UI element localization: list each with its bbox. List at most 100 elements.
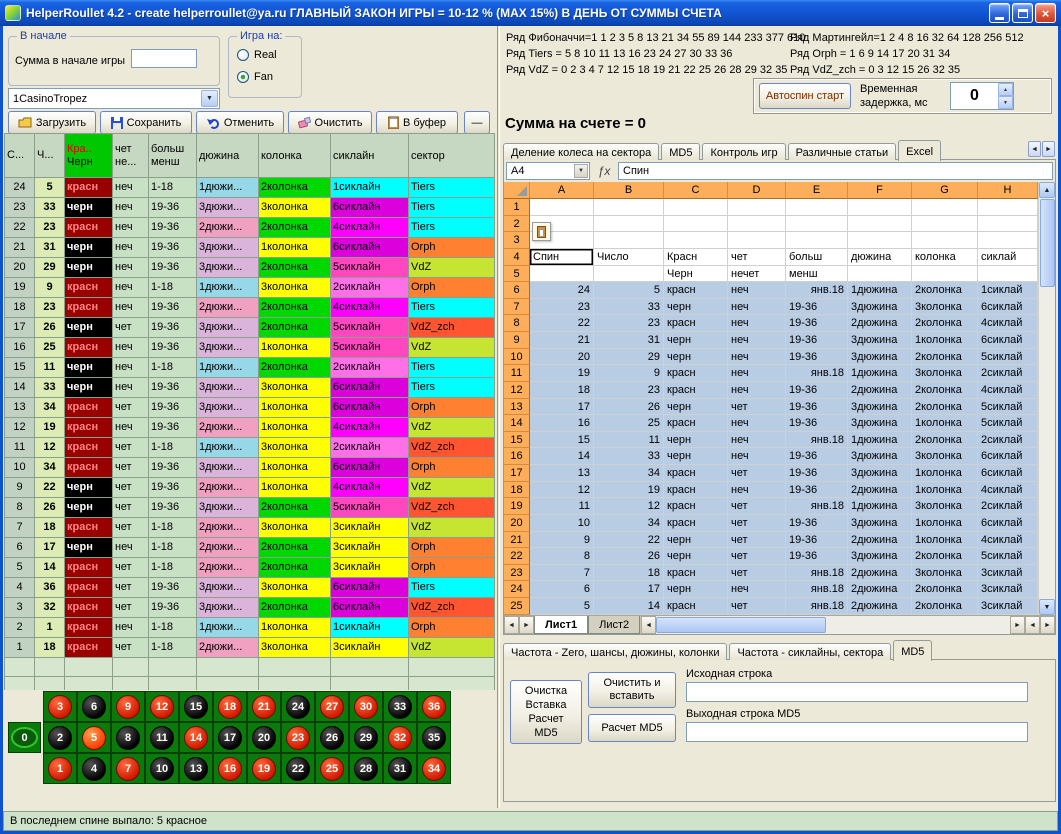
cell-B12[interactable]: 23 <box>594 382 664 399</box>
board-cell-23[interactable]: 23 <box>281 722 315 753</box>
cell-E23[interactable]: янв.18 <box>786 565 848 582</box>
cell-C16[interactable]: черн <box>664 448 728 465</box>
board-cell-32[interactable]: 32 <box>383 722 417 753</box>
excel-row-7[interactable]: 7 <box>504 299 530 316</box>
excel-vertical-scrollbar[interactable]: ▲ ▼ <box>1038 182 1055 615</box>
cell-G9[interactable]: 1колонка <box>912 332 978 349</box>
cell-G19[interactable]: 3колонка <box>912 498 978 515</box>
cell-G18[interactable]: 1колонка <box>912 482 978 499</box>
combo-dropdown-icon[interactable]: ▼ <box>201 90 218 107</box>
cell-A18[interactable]: 12 <box>530 482 594 499</box>
excel-col-E[interactable]: E <box>786 182 848 199</box>
cell-F16[interactable]: 3дюжина <box>848 448 912 465</box>
cell-F6[interactable]: 1дюжина <box>848 282 912 299</box>
cell-A4[interactable]: Спин <box>530 249 594 266</box>
excel-row-13[interactable]: 13 <box>504 399 530 416</box>
cell-E2[interactable] <box>786 216 848 233</box>
cell-B22[interactable]: 26 <box>594 548 664 565</box>
cell-G5[interactable] <box>912 266 978 283</box>
cell-B7[interactable]: 33 <box>594 299 664 316</box>
cell-C18[interactable]: красн <box>664 482 728 499</box>
cell-F15[interactable]: 1дюжина <box>848 432 912 449</box>
cell-G10[interactable]: 2колонка <box>912 349 978 366</box>
excel-row-2[interactable]: 2 <box>504 216 530 233</box>
cell-F3[interactable] <box>848 232 912 249</box>
board-cell-6[interactable]: 6 <box>77 691 111 722</box>
cell-E16[interactable]: 19-36 <box>786 448 848 465</box>
excel-row-1[interactable]: 1 <box>504 199 530 216</box>
cell-D11[interactable]: неч <box>728 365 786 382</box>
board-cell-26[interactable]: 26 <box>315 722 349 753</box>
hscroll-left-icon[interactable]: ◄ <box>641 616 656 634</box>
board-cell-28[interactable]: 28 <box>349 753 383 784</box>
excel-col-H[interactable]: H <box>978 182 1038 199</box>
board-cell-14[interactable]: 14 <box>179 722 213 753</box>
cell-A21[interactable]: 9 <box>530 532 594 549</box>
cell-A14[interactable]: 16 <box>530 415 594 432</box>
cell-G22[interactable]: 2колонка <box>912 548 978 565</box>
hscroll-right-icon[interactable]: ► <box>1010 616 1025 634</box>
close-button[interactable]: × <box>1035 3 1056 23</box>
excel-col-D[interactable]: D <box>728 182 786 199</box>
excel-select-all-corner[interactable] <box>504 182 530 199</box>
excel-row-20[interactable]: 20 <box>504 515 530 532</box>
cell-F7[interactable]: 3дюжина <box>848 299 912 316</box>
cell-A17[interactable]: 13 <box>530 465 594 482</box>
cell-H10[interactable]: 5сиклай <box>978 349 1038 366</box>
excel-row-21[interactable]: 21 <box>504 532 530 549</box>
board-cell-2[interactable]: 2 <box>43 722 77 753</box>
cell-D22[interactable]: чет <box>728 548 786 565</box>
cell-D2[interactable] <box>728 216 786 233</box>
board-cell-3[interactable]: 3 <box>43 691 77 722</box>
excel-row-5[interactable]: 5 <box>504 266 530 283</box>
cell-C25[interactable]: красн <box>664 598 728 615</box>
cell-F19[interactable]: 1дюжина <box>848 498 912 515</box>
excel-col-B[interactable]: B <box>594 182 664 199</box>
cell-E18[interactable]: 19-36 <box>786 482 848 499</box>
cell-D3[interactable] <box>728 232 786 249</box>
sheet-nav-left-icon[interactable]: ◄ <box>504 616 519 634</box>
cell-H24[interactable]: 3сиклай <box>978 581 1038 598</box>
cell-H4[interactable]: сиклай <box>978 249 1038 266</box>
maximize-button[interactable] <box>1012 3 1033 23</box>
cell-H8[interactable]: 4сиклай <box>978 315 1038 332</box>
cell-D4[interactable]: чет <box>728 249 786 266</box>
cell-G14[interactable]: 1колонка <box>912 415 978 432</box>
cell-H3[interactable] <box>978 232 1038 249</box>
cell-F25[interactable]: 2дюжина <box>848 598 912 615</box>
excel-col-F[interactable]: F <box>848 182 912 199</box>
board-cell-36[interactable]: 36 <box>417 691 451 722</box>
cell-D20[interactable]: чет <box>728 515 786 532</box>
cell-A5[interactable] <box>530 266 594 283</box>
clear-button[interactable]: Очистить <box>288 111 372 134</box>
cell-A9[interactable]: 21 <box>530 332 594 349</box>
cell-E15[interactable]: янв.18 <box>786 432 848 449</box>
cell-B19[interactable]: 12 <box>594 498 664 515</box>
cell-B25[interactable]: 14 <box>594 598 664 615</box>
md5-paste-button[interactable]: Очистить и вставить <box>588 672 676 708</box>
cell-D19[interactable]: чет <box>728 498 786 515</box>
cell-E6[interactable]: янв.18 <box>786 282 848 299</box>
load-button[interactable]: Загрузить <box>8 111 96 134</box>
cell-E19[interactable]: янв.18 <box>786 498 848 515</box>
minus-button[interactable]: — <box>464 111 490 134</box>
board-cell-0[interactable]: 0 <box>8 722 41 753</box>
cell-B6[interactable]: 5 <box>594 282 664 299</box>
excel-row-12[interactable]: 12 <box>504 382 530 399</box>
cell-A12[interactable]: 18 <box>530 382 594 399</box>
cell-B10[interactable]: 29 <box>594 349 664 366</box>
tabs-scroll-right-icon[interactable]: ► <box>1042 141 1055 157</box>
hscroll-right2-icon[interactable]: ► <box>1040 616 1055 634</box>
cell-H5[interactable] <box>978 266 1038 283</box>
cell-H21[interactable]: 4сиклай <box>978 532 1038 549</box>
cell-A7[interactable]: 23 <box>530 299 594 316</box>
cell-B21[interactable]: 22 <box>594 532 664 549</box>
md5-input-field[interactable] <box>686 682 1028 702</box>
spin-up-icon[interactable]: ▲ <box>998 83 1013 96</box>
board-cell-33[interactable]: 33 <box>383 691 417 722</box>
cell-G21[interactable]: 1колонка <box>912 532 978 549</box>
cell-G6[interactable]: 2колонка <box>912 282 978 299</box>
cell-C19[interactable]: красн <box>664 498 728 515</box>
board-cell-16[interactable]: 16 <box>213 753 247 784</box>
spin-down-icon[interactable]: ▼ <box>998 96 1013 109</box>
